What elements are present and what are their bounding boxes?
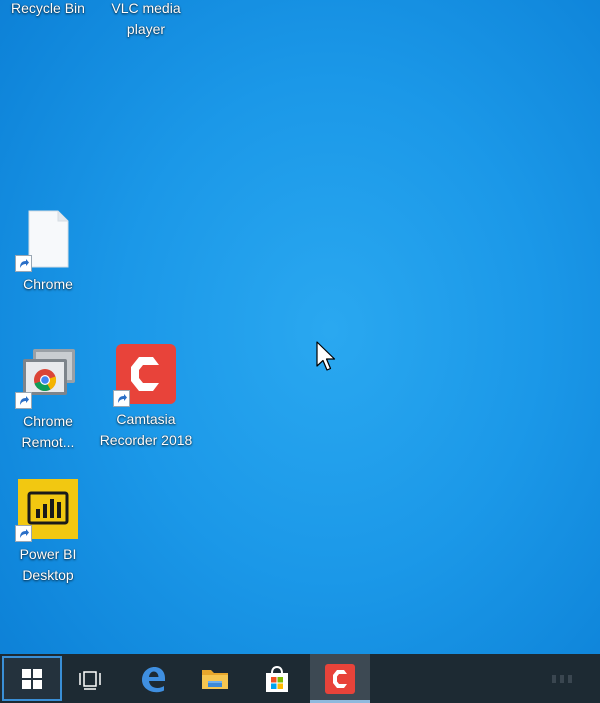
store-taskbar-button[interactable] <box>248 654 306 703</box>
desktop-icon-chrome[interactable]: Chrome <box>0 208 96 295</box>
desktop-icon-label: Camtasia Recorder 2018 <box>99 411 193 448</box>
system-tray-area <box>540 654 600 703</box>
tray-indicator-icon <box>552 674 572 683</box>
start-button[interactable] <box>2 656 62 701</box>
desktop[interactable]: Recycle Bin VLC media player Chrome Chro… <box>0 0 600 654</box>
shortcut-arrow-icon <box>15 525 32 542</box>
camtasia-taskbar-button[interactable] <box>310 654 370 703</box>
mouse-cursor-icon <box>316 341 336 378</box>
windows-logo-icon <box>22 668 42 689</box>
desktop-icon-label: Chrome Remot... <box>21 413 75 450</box>
folder-icon <box>202 669 228 689</box>
desktop-icon-chrome-remote[interactable]: Chrome Remot... <box>0 345 96 453</box>
shortcut-arrow-icon <box>15 255 32 272</box>
desktop-icon-label: Recycle Bin <box>11 0 85 16</box>
task-view-button[interactable] <box>64 654 116 703</box>
desktop-icon-vlc[interactable]: VLC media player <box>98 0 194 40</box>
shortcut-arrow-icon <box>113 390 130 407</box>
task-view-icon <box>79 670 101 690</box>
shortcut-arrow-icon <box>15 392 32 409</box>
desktop-icon-power-bi[interactable]: Power BI Desktop <box>0 478 96 586</box>
desktop-icon-label: Chrome <box>23 276 73 292</box>
desktop-icon-recycle-bin[interactable]: Recycle Bin <box>0 0 96 19</box>
file-explorer-taskbar-button[interactable] <box>186 654 244 703</box>
camtasia-icon <box>325 663 355 694</box>
store-bag-icon <box>266 665 288 692</box>
desktop-icon-camtasia[interactable]: Camtasia Recorder 2018 <box>98 343 194 451</box>
desktop-icon-label: VLC media player <box>111 0 181 37</box>
blank-file-icon <box>15 208 79 272</box>
chrome-remote-desktop-icon <box>15 345 79 409</box>
desktop-icon-label: Power BI Desktop <box>19 546 77 583</box>
camtasia-icon <box>113 343 177 407</box>
edge-taskbar-button[interactable] <box>124 654 182 703</box>
power-bi-icon <box>15 478 79 542</box>
taskbar <box>0 654 600 703</box>
edge-icon <box>142 666 165 692</box>
